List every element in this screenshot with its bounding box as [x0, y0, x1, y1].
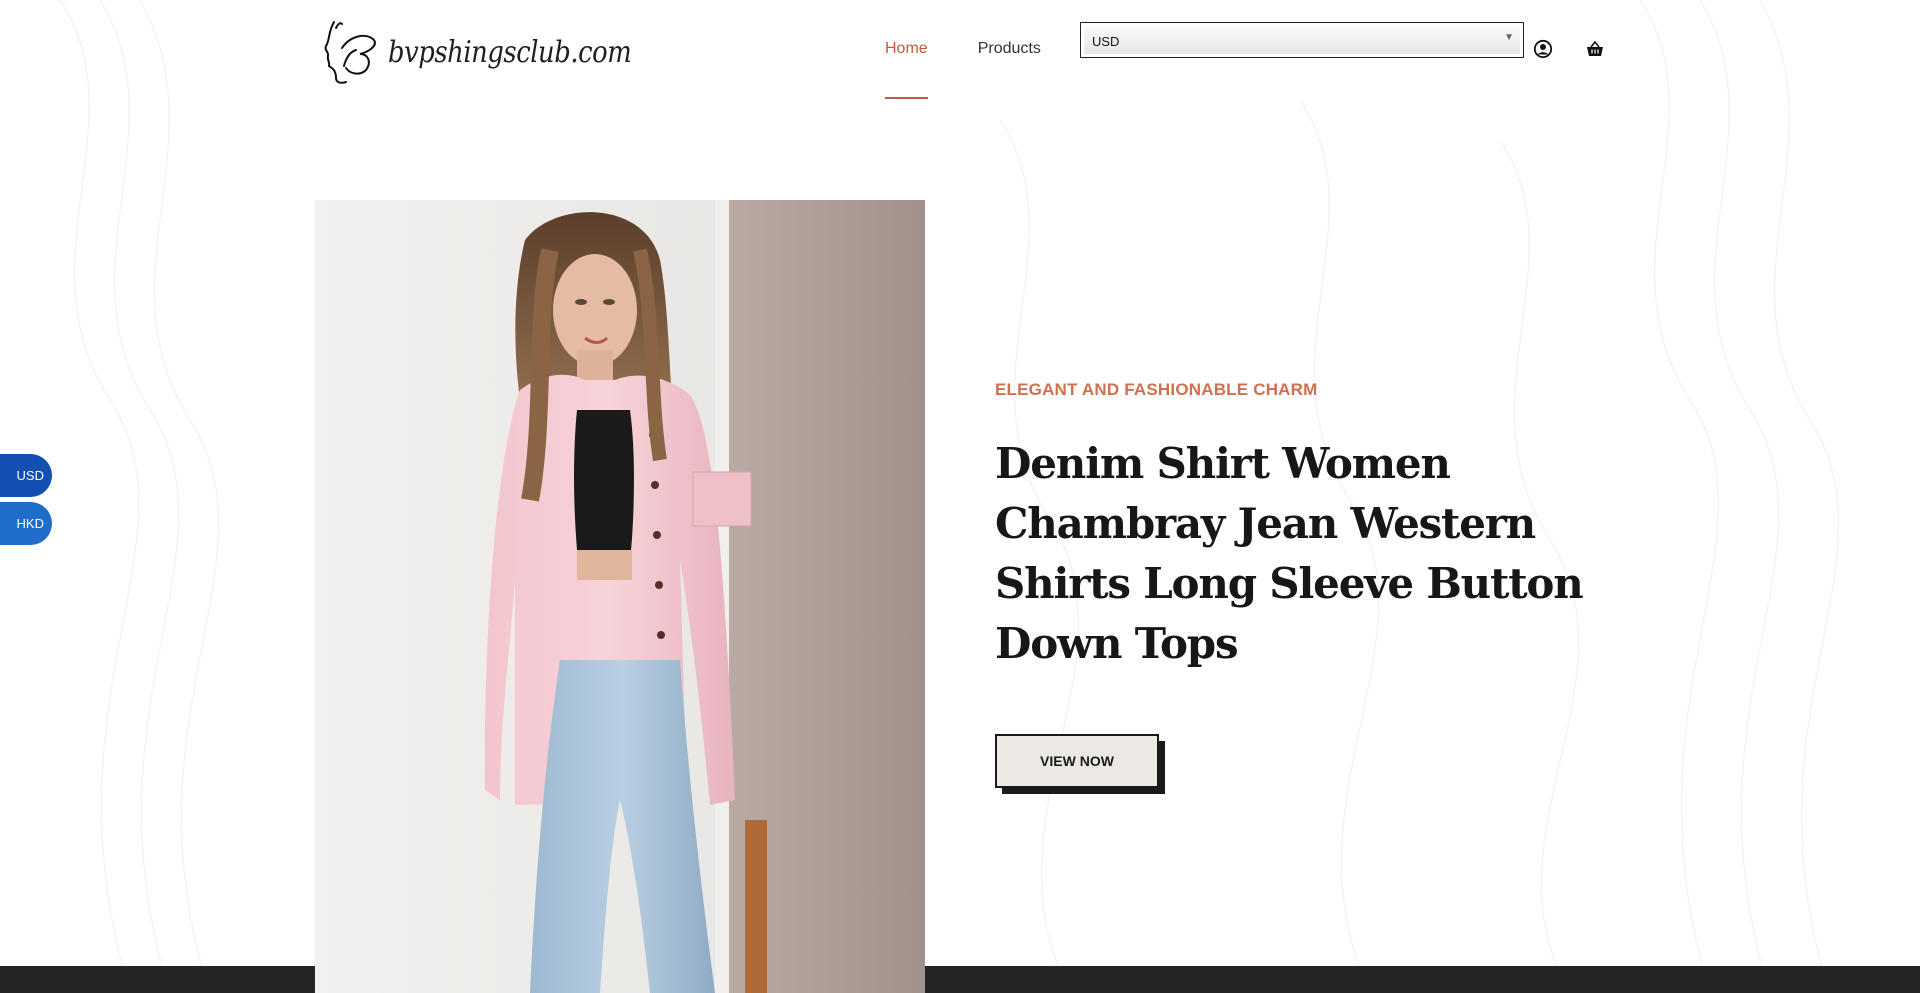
currency-select-value: USD: [1092, 34, 1120, 49]
side-currency-usd[interactable]: USD: [0, 454, 52, 497]
cta-wrapper: VIEW NOW: [995, 734, 1165, 794]
view-now-button[interactable]: VIEW NOW: [995, 734, 1159, 788]
main-nav: Home Products: [885, 40, 1091, 99]
triangle-down-icon: ▼: [1504, 32, 1514, 43]
user-circle-icon[interactable]: [1533, 39, 1553, 59]
nav-products[interactable]: Products: [978, 40, 1041, 58]
side-currency-hkd[interactable]: HKD: [0, 502, 52, 545]
background-pattern: [59, 0, 1840, 993]
model-photo: [315, 200, 925, 993]
site-logo[interactable]: bvpshingsclub.com: [320, 18, 671, 86]
currency-select[interactable]: USD ▼: [1080, 22, 1524, 58]
hero-kicker: ELEGANT AND FASHIONABLE CHARM: [995, 380, 1318, 399]
hero-title: Denim Shirt Women Chambray Jean Western …: [995, 439, 1584, 668]
hero-content: ELEGANT AND FASHIONABLE CHARM Denim Shir…: [995, 380, 1615, 794]
brand-name: bvpshingsclub.com: [388, 34, 632, 70]
footer-bar: [0, 966, 1920, 993]
nav-home[interactable]: Home: [885, 40, 928, 99]
hero-product-image: [315, 200, 925, 993]
site-header: bvpshingsclub.com Home Products USD ▼: [0, 0, 1920, 100]
currency-select-field[interactable]: USD ▼: [1084, 26, 1520, 54]
basket-icon[interactable]: [1585, 39, 1605, 59]
butterfly-face-logo-icon: [324, 21, 376, 84]
